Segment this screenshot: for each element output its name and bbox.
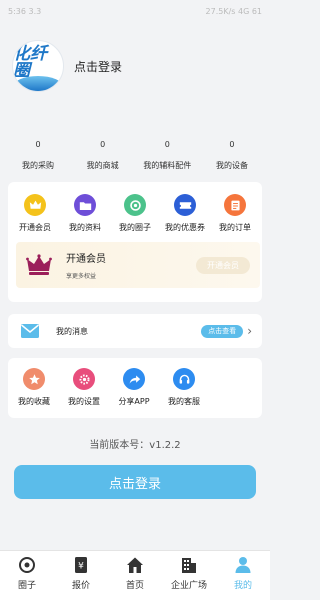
circle-icon xyxy=(124,194,146,216)
coupon-icon xyxy=(174,194,196,216)
crown-icon xyxy=(24,194,46,216)
stat-value: 0 xyxy=(100,140,106,149)
service-profile[interactable]: 我的资料 xyxy=(61,194,109,233)
version-text: 当前版本号：v1.2.2 xyxy=(89,440,181,451)
service-label: 我的资料 xyxy=(69,223,101,232)
tool-favorites[interactable]: 我的收藏 xyxy=(10,368,58,407)
service-label: 我的优惠券 xyxy=(165,223,205,232)
vip-text: 开通会员 享更多权益 xyxy=(66,250,196,280)
tool-label: 我的客服 xyxy=(168,397,200,406)
stat-label: 我的采购 xyxy=(22,161,54,170)
home-tab-icon xyxy=(127,557,143,573)
service-vip[interactable]: 开通会员 xyxy=(11,194,59,233)
bottom-tabbar: 圈子 ¥ 报价 首页 企业广场 我的 xyxy=(0,550,270,600)
envelope-icon xyxy=(21,324,39,338)
stat-value: 0 xyxy=(164,140,170,149)
svg-text:¥: ¥ xyxy=(78,562,84,572)
status-time: 5:36 3.3 xyxy=(8,6,42,16)
tab-price[interactable]: ¥ 报价 xyxy=(54,556,108,600)
stat-value: 0 xyxy=(35,140,41,149)
tool-support[interactable]: 我的客服 xyxy=(160,368,208,407)
tab-label: 企业广场 xyxy=(170,581,207,591)
tool-settings[interactable]: 我的设置 xyxy=(60,368,108,407)
tool-share[interactable]: 分享APP xyxy=(110,368,158,407)
chevron-right-icon: › xyxy=(247,324,252,338)
stat-accessories[interactable]: 0 我的辅料配件 xyxy=(135,140,199,182)
folder-icon xyxy=(74,194,96,216)
stat-label: 我的辅料配件 xyxy=(143,161,192,170)
tab-label: 我的 xyxy=(233,581,252,591)
status-left: 5:36 3.3 xyxy=(8,7,41,16)
vip-subtitle: 享更多权益 xyxy=(66,273,97,280)
tab-label: 首页 xyxy=(125,581,144,591)
messages-card[interactable]: 我的消息 点击查看 › xyxy=(8,314,262,348)
user-tab-icon xyxy=(235,557,251,573)
tab-circle[interactable]: 圈子 xyxy=(0,556,54,600)
stats-row: 0 我的采购 0 我的商城 0 我的辅料配件 0 我的设备 xyxy=(0,110,270,182)
service-coupon[interactable]: 我的优惠券 xyxy=(161,194,209,233)
status-bar: 5:36 3.3 27.5K/s 4G 61 xyxy=(0,0,270,22)
building-tab-icon xyxy=(182,558,196,573)
logo-text: 化纤圈 xyxy=(13,44,47,81)
service-label: 我的圈子 xyxy=(119,223,151,232)
tab-label: 报价 xyxy=(71,581,90,591)
settings-icon xyxy=(73,368,95,390)
stat-purchase[interactable]: 0 我的采购 xyxy=(6,140,70,182)
service-label: 我的订单 xyxy=(219,223,251,232)
circle-tab-icon xyxy=(19,557,35,573)
tool-label: 我的设置 xyxy=(68,397,100,406)
service-label: 开通会员 xyxy=(19,223,51,232)
service-circle[interactable]: 我的圈子 xyxy=(111,194,159,233)
tab-enterprise[interactable]: 企业广场 xyxy=(162,556,216,600)
login-button[interactable]: 点击登录 xyxy=(14,465,256,499)
tool-label: 分享APP xyxy=(118,397,150,406)
status-right: 27.5K/s 4G 61 xyxy=(206,7,262,16)
messages-label: 我的消息 xyxy=(56,326,88,336)
star-icon xyxy=(23,368,45,390)
vip-crown-icon xyxy=(26,254,52,275)
view-messages-button[interactable]: 点击查看 xyxy=(201,324,244,338)
stat-mall[interactable]: 0 我的商城 xyxy=(71,140,135,182)
stat-label: 我的商城 xyxy=(86,161,119,170)
tab-home[interactable]: 首页 xyxy=(108,556,162,600)
status-network: 27.5K/s 4G 61 xyxy=(205,6,262,16)
vip-open-button[interactable]: 开通会员 xyxy=(196,256,250,274)
vip-banner[interactable]: 开通会员 享更多权益 开通会员 xyxy=(16,242,260,288)
services-row: 开通会员 我的资料 我的圈子 我的优惠券 我的订单 xyxy=(8,194,262,233)
login-link[interactable]: 点击登录 xyxy=(74,58,122,75)
price-tab-icon: ¥ xyxy=(75,557,87,573)
services-card: 开通会员 我的资料 我的圈子 我的优惠券 我的订单 开通会员 享更多权益 开通会… xyxy=(8,182,262,302)
stat-value: 0 xyxy=(229,140,235,149)
service-orders[interactable]: 我的订单 xyxy=(211,194,259,233)
logo-wave xyxy=(13,76,63,91)
tools-card: 我的收藏 我的设置 分享APP 我的客服 xyxy=(8,358,262,418)
app-logo[interactable]: 化纤圈 HuaXianQuan xyxy=(12,40,64,92)
stat-label: 我的设备 xyxy=(215,161,248,170)
vip-title: 开通会员 xyxy=(66,254,106,265)
profile-header: 化纤圈 HuaXianQuan 点击登录 xyxy=(0,22,270,110)
share-icon xyxy=(123,368,145,390)
headset-icon xyxy=(173,368,195,390)
tab-label: 圈子 xyxy=(17,581,36,591)
stat-equipment[interactable]: 0 我的设备 xyxy=(200,140,264,182)
tab-mine[interactable]: 我的 xyxy=(216,556,270,600)
order-icon xyxy=(224,194,246,216)
tool-label: 我的收藏 xyxy=(18,397,50,406)
